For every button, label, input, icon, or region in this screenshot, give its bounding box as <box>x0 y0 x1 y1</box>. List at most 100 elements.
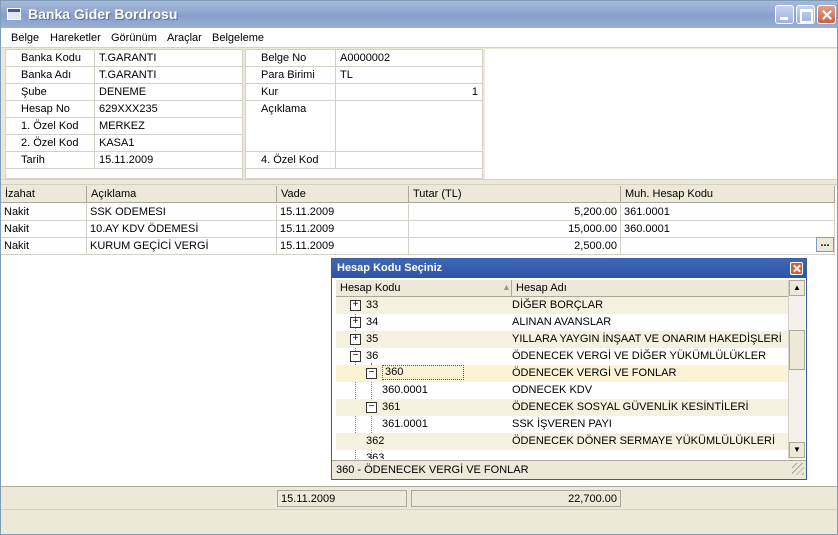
table-row[interactable]: Nakit SSK ODEMESI 15.11.2009 5,200.00 36… <box>1 204 835 221</box>
col-header-account-name[interactable]: Hesap Adı <box>512 280 788 297</box>
tree-row[interactable]: − 361 ÖDENECEK SOSYAL GÜVENLİK KESİNTİLE… <box>336 399 788 416</box>
tree-row[interactable]: + 33 DİĞER BORÇLAR <box>336 297 788 314</box>
tree-row[interactable]: 363 <box>336 450 788 459</box>
col-header-description[interactable]: Açıklama <box>87 186 277 203</box>
menu-belge[interactable]: Belge <box>11 32 39 44</box>
cell-description[interactable]: KURUM GEÇİCİ VERGİ <box>87 238 277 254</box>
tree-row-name: ÖDENECEK SOSYAL GÜVENLİK KESİNTİLERİ <box>512 401 749 413</box>
cell-account-code[interactable]: 360.0001 <box>621 221 835 237</box>
bank-code-field[interactable]: T.GARANTI <box>96 50 156 66</box>
account-lookup-button[interactable]: ... <box>816 237 834 252</box>
cell-amount[interactable]: 5,200.00 <box>409 204 621 220</box>
doc-no-field[interactable]: A0000002 <box>337 50 390 66</box>
col-header-account-code[interactable]: Hesap Kodu <box>336 280 512 297</box>
dialog-vertical-scrollbar[interactable]: ▲ ▼ <box>788 280 805 459</box>
form-row-rate: Kur 1 <box>246 84 482 101</box>
bank-name-field[interactable]: T.GARANTI <box>96 67 156 83</box>
account-no-label: Hesap No <box>6 101 95 117</box>
cell-amount[interactable]: 15,000.00 <box>409 221 621 237</box>
cell-description[interactable]: SSK ODEMESI <box>87 204 277 220</box>
doc-no-label: Belge No <box>246 50 336 66</box>
minimize-button[interactable] <box>775 5 794 24</box>
expand-icon[interactable]: + <box>350 317 361 328</box>
table-row[interactable]: Nakit KURUM GEÇİCİ VERGİ 15.11.2009 2,50… <box>1 238 835 255</box>
date-field[interactable]: 15.11.2009 <box>96 152 153 168</box>
cell-account-code[interactable]: 361.0001 <box>621 204 835 220</box>
date-label: Tarih <box>6 152 95 168</box>
bank-name-label: Banka Adı <box>6 67 95 83</box>
special-code-4-field[interactable] <box>337 152 481 168</box>
form-row-special-code-2: 2. Özel Kod KASA1 <box>6 135 242 152</box>
col-header-explanation-type[interactable]: İzahat <box>1 186 87 203</box>
splitter[interactable] <box>1 179 837 185</box>
cell-account-code[interactable] <box>621 238 835 254</box>
tree-row[interactable]: + 34 ALINAN AVANSLAR <box>336 314 788 331</box>
resize-grip-icon[interactable] <box>792 463 804 475</box>
description-label: Açıklama <box>246 101 336 151</box>
cell-type[interactable]: Nakit <box>1 204 87 220</box>
status-bar <box>1 509 837 534</box>
form-row-bank-code: Banka Kodu T.GARANTI <box>6 50 242 67</box>
special-code-2-field[interactable]: KASA1 <box>96 135 134 151</box>
form-row-account-no: Hesap No 629XXX235 <box>6 101 242 118</box>
title-bar: Banka Gider Bordrosu <box>1 1 837 28</box>
currency-field[interactable]: TL <box>337 67 353 83</box>
cell-type[interactable]: Nakit <box>1 221 87 237</box>
cell-due-date[interactable]: 15.11.2009 <box>277 238 409 254</box>
account-no-field[interactable]: 629XXX235 <box>96 101 158 117</box>
collapse-icon[interactable]: − <box>350 351 361 362</box>
maximize-button[interactable] <box>796 5 815 24</box>
tree-row[interactable]: + 35 YILLARA YAYGIN İNŞAAT VE ONARIM HAK… <box>336 331 788 348</box>
collapse-icon[interactable]: − <box>366 368 377 379</box>
main-window: Banka Gider Bordrosu Belge Hareketler Gö… <box>0 0 838 535</box>
tree-row[interactable]: 360.0001 ODNECEK KDV <box>336 382 788 399</box>
grid-header: İzahat Açıklama Vade Tutar (TL) Muh. Hes… <box>1 186 835 203</box>
currency-label: Para Birimi <box>246 67 336 83</box>
menu-belgeleme[interactable]: Belgeleme <box>212 32 264 44</box>
dialog-close-button[interactable] <box>790 262 803 275</box>
tree-row-code: 33 <box>366 299 379 311</box>
tree-row-name: DİĞER BORÇLAR <box>512 299 604 311</box>
cell-due-date[interactable]: 15.11.2009 <box>277 204 409 220</box>
col-header-amount[interactable]: Tutar (TL) <box>409 186 621 203</box>
menu-hareketler[interactable]: Hareketler <box>50 32 101 44</box>
tree-row-name: ÖDENECEK DÖNER SERMAYE YÜKÜMLÜLÜKLERİ <box>512 435 776 447</box>
rate-field[interactable]: 1 <box>337 84 481 100</box>
tree-row[interactable]: − 36 ÖDENECEK VERGİ VE DİĞER YÜKÜMLÜLÜKL… <box>336 348 788 365</box>
col-header-account-code[interactable]: Muh. Hesap Kodu <box>621 186 835 203</box>
cell-description[interactable]: 10.AY KDV ÖDEMESİ <box>87 221 277 237</box>
menu-araclar[interactable]: Araçlar <box>167 32 202 44</box>
close-button[interactable] <box>817 5 836 24</box>
tree-row[interactable]: 362 ÖDENECEK DÖNER SERMAYE YÜKÜMLÜLÜKLER… <box>336 433 788 450</box>
tree-row-name: ODNECEK KDV <box>512 384 593 396</box>
tree-row-name: SSK İŞVEREN PAYI <box>512 418 612 430</box>
tree-row-name: ÖDENECEK VERGİ VE DİĞER YÜKÜMLÜLÜKLER <box>512 350 767 362</box>
cell-type[interactable]: Nakit <box>1 238 87 254</box>
scroll-thumb[interactable] <box>789 330 805 370</box>
expand-icon[interactable]: + <box>350 334 361 345</box>
bank-code-label: Banka Kodu <box>6 50 95 66</box>
description-field[interactable] <box>337 101 481 151</box>
form-row-branch: Şube DENEME <box>6 84 242 101</box>
special-code-1-field[interactable]: MERKEZ <box>96 118 145 134</box>
menu-gorunum[interactable]: Görünüm <box>111 32 157 44</box>
col-header-due-date[interactable]: Vade <box>277 186 409 203</box>
expand-icon[interactable]: + <box>350 300 361 311</box>
window-icon <box>7 8 21 20</box>
scroll-up-icon[interactable]: ▲ <box>789 280 805 296</box>
tree-row[interactable]: 361.0001 SSK İŞVEREN PAYI <box>336 416 788 433</box>
scroll-down-icon[interactable]: ▼ <box>789 442 805 458</box>
account-tree: + 33 DİĞER BORÇLAR + 34 ALINAN AVANSLAR … <box>336 297 788 459</box>
tree-row-code: 361.0001 <box>382 418 428 430</box>
cell-amount[interactable]: 2,500.00 <box>409 238 621 254</box>
table-row[interactable]: Nakit 10.AY KDV ÖDEMESİ 15.11.2009 15,00… <box>1 221 835 238</box>
cell-due-date[interactable]: 15.11.2009 <box>277 221 409 237</box>
branch-field[interactable]: DENEME <box>96 84 146 100</box>
collapse-icon[interactable]: − <box>366 402 377 413</box>
dialog-selection-status: 360 - ÖDENECEK VERGİ VE FONLAR <box>332 460 806 479</box>
menu-bar: Belge Hareketler Görünüm Araçlar Belgele… <box>1 28 837 48</box>
tree-row-selected[interactable]: − 360 ÖDENECEK VERGİ VE FONLAR <box>336 365 788 382</box>
tree-row-code: 362 <box>366 435 385 447</box>
bank-info-panel: Banka Kodu T.GARANTI Banka Adı T.GARANTI… <box>5 49 243 179</box>
form-row-doc-no: Belge No A0000002 <box>246 50 482 67</box>
